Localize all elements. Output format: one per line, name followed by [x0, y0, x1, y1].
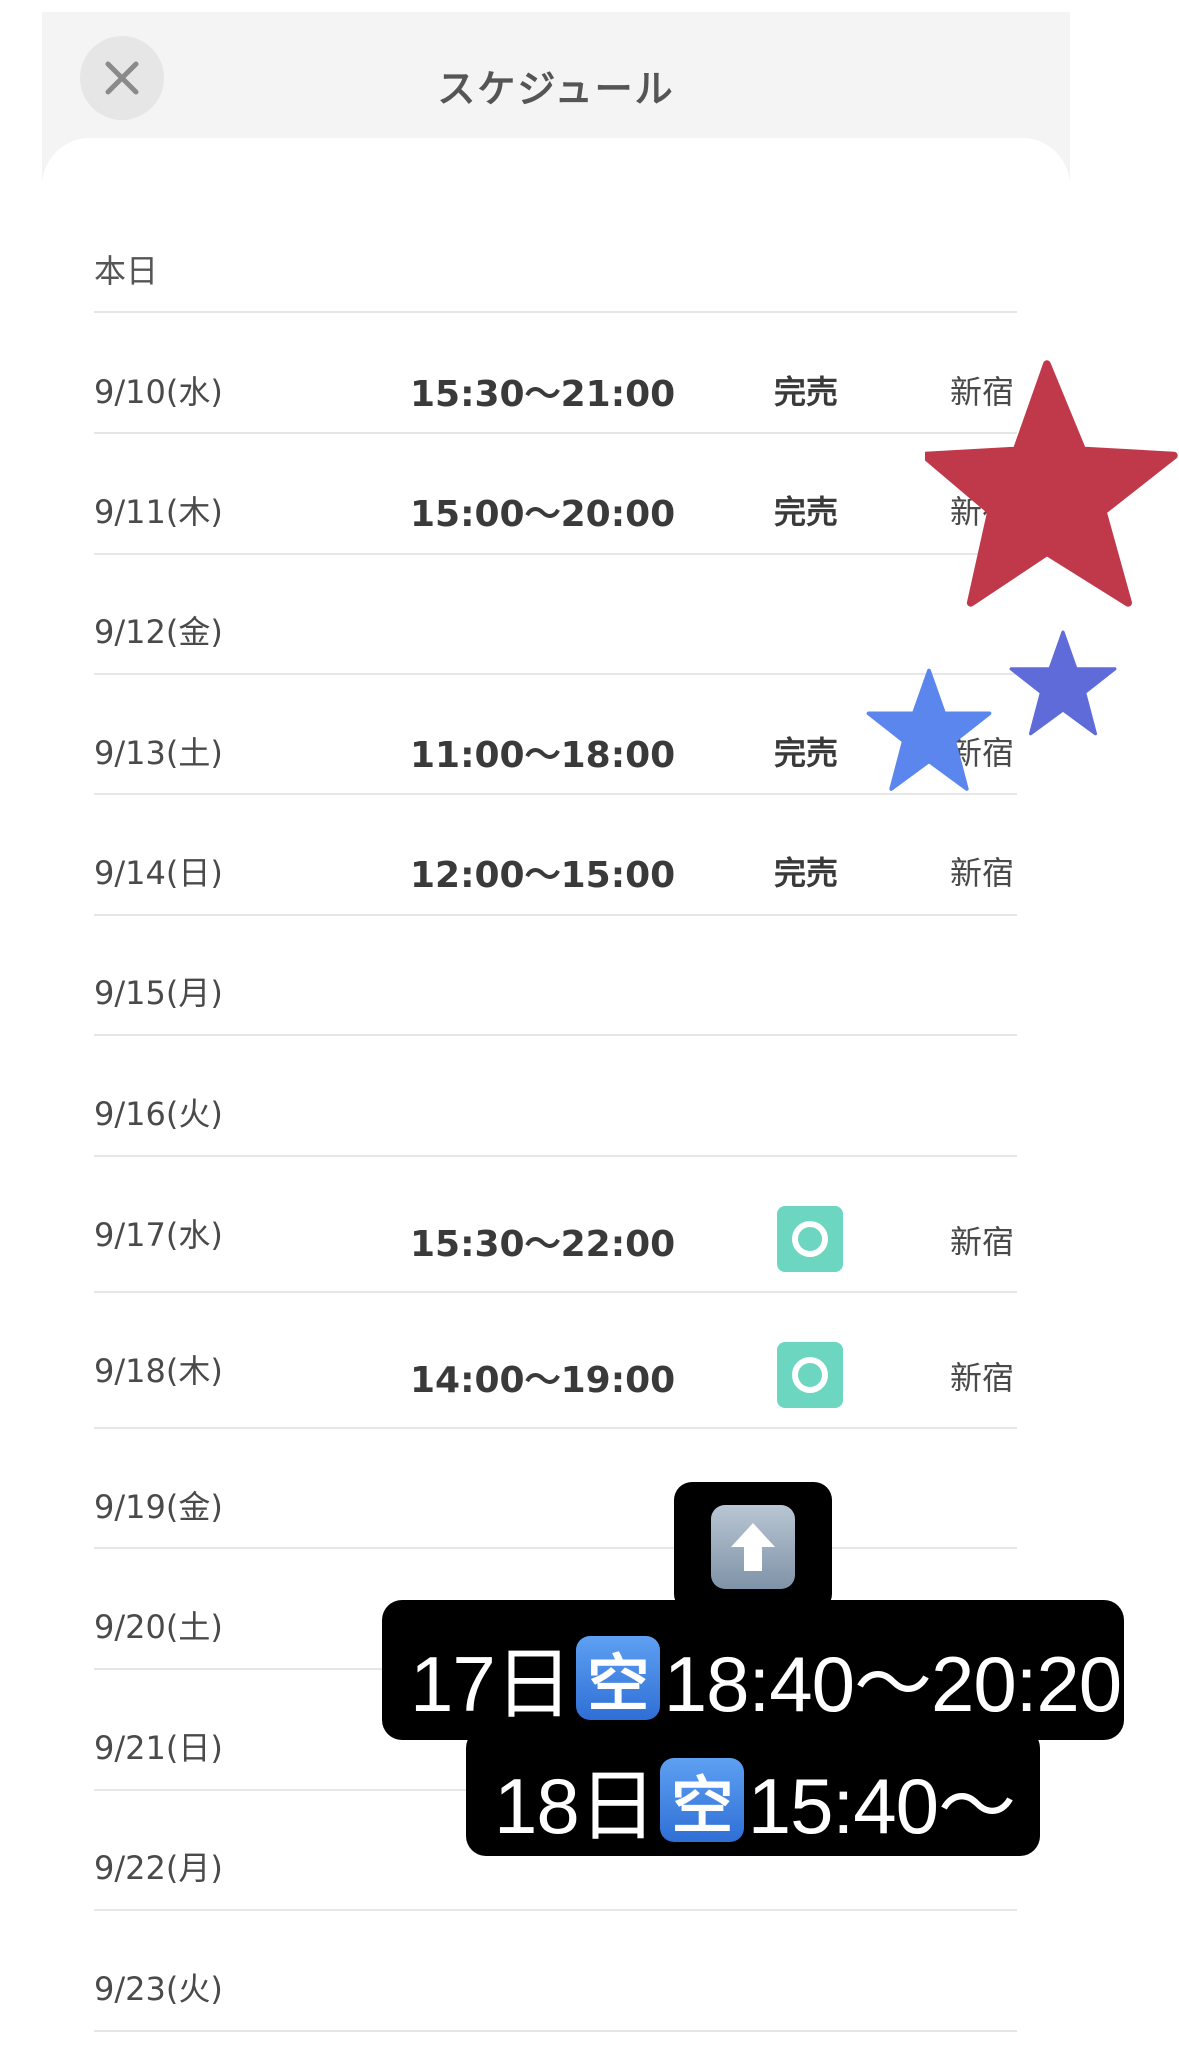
vacancy-badge-icon: 空 [575, 1636, 660, 1720]
close-icon [105, 61, 139, 95]
row-time: 15:30〜21:00 [410, 374, 676, 415]
sold-out-label: 完売 [774, 734, 839, 772]
row-location: 新宿 [950, 1359, 1015, 1397]
divider [94, 311, 1017, 313]
row-date: 9/14(日) [94, 854, 223, 892]
available-icon [777, 1206, 843, 1272]
divider [94, 1155, 1017, 1157]
row-date: 9/13(土) [94, 734, 223, 772]
overlay-time: 18:40〜20:20 [663, 1640, 1122, 1728]
row-date: 9/10(水) [94, 373, 223, 411]
row-time: 12:00〜15:00 [410, 855, 676, 896]
close-button[interactable] [80, 36, 164, 120]
row-date: 9/19(金) [94, 1488, 223, 1526]
row-location: 新宿 [950, 854, 1015, 892]
overlay-day: 17日 [410, 1640, 573, 1728]
row-date: 9/22(月) [94, 1849, 223, 1887]
row-time: 15:30〜22:00 [410, 1224, 676, 1265]
row-time: 15:00〜20:00 [410, 494, 676, 535]
divider [94, 1034, 1017, 1036]
overlay-arrow-box [674, 1482, 832, 1612]
row-date: 9/23(火) [94, 1970, 223, 2008]
header: スケジュール [42, 12, 1070, 140]
row-date: 9/18(木) [94, 1352, 223, 1390]
sold-out-label: 完売 [774, 493, 839, 531]
divider [94, 1547, 1017, 1549]
divider [94, 914, 1017, 916]
row-date: 9/15(月) [94, 974, 223, 1012]
row-date: 9/16(火) [94, 1095, 223, 1133]
divider [94, 432, 1017, 434]
overlay-day: 18日 [494, 1762, 657, 1850]
page-title: スケジュール [437, 67, 675, 111]
blue-star-sticker [1009, 630, 1117, 736]
overlay-line-1: 17日 空 18:40〜20:20 [410, 1622, 1122, 1734]
overlay-time: 15:40〜 [747, 1762, 1016, 1850]
blue-star-sticker [866, 668, 992, 791]
divider [94, 1291, 1017, 1293]
row-location: 新宿 [950, 1223, 1015, 1261]
divider [94, 1427, 1017, 1429]
overlay-line-2: 18日 空 15:40〜 [494, 1744, 1016, 1856]
sold-out-label: 完売 [774, 854, 839, 892]
row-date: 9/12(金) [94, 613, 223, 651]
divider [94, 2030, 1017, 2032]
vacancy-badge-icon: 空 [659, 1758, 744, 1842]
row-date: 9/21(日) [94, 1729, 223, 1767]
red-star-sticker [925, 360, 1178, 607]
available-icon [777, 1342, 843, 1408]
row-time: 14:00〜19:00 [410, 1360, 676, 1401]
row-date: 9/11(木) [94, 493, 223, 531]
row-date: 9/17(水) [94, 1216, 223, 1254]
sold-out-label: 完売 [774, 373, 839, 411]
divider [94, 553, 1017, 555]
up-arrow-icon [711, 1505, 795, 1589]
today-label: 本日 [94, 252, 159, 290]
row-time: 11:00〜18:00 [410, 735, 676, 776]
divider [94, 1909, 1017, 1911]
row-date: 9/20(土) [94, 1608, 223, 1646]
